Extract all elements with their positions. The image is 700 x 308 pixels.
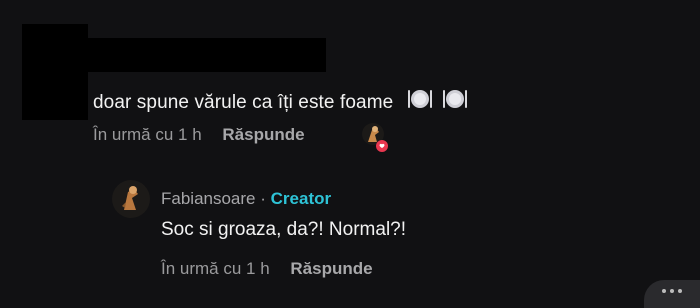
author-name[interactable]: Fabiansoare [161, 189, 256, 208]
creator-liked-avatar-icon[interactable] [360, 122, 390, 154]
plate-with-cutlery-icon [407, 90, 432, 108]
comment-text-line: doar spune vărule ca îți este foame [93, 88, 468, 114]
more-dots-icon [662, 289, 666, 293]
plate-with-cutlery-icon [443, 90, 468, 108]
reply-button[interactable]: Răspunde [222, 125, 304, 144]
separator: · [260, 189, 266, 208]
reply-text: Soc si groaza, da?! Normal?! [161, 219, 407, 240]
creator-badge: Creator [270, 189, 332, 208]
comment-timestamp: În urmă cu 1 h [93, 125, 202, 144]
avatar-image-icon [122, 186, 138, 210]
reply-timestamp: În urmă cu 1 h [161, 259, 270, 278]
redacted-avatar [22, 24, 88, 120]
redacted-username [88, 38, 326, 72]
comment-meta: În urmă cu 1 h Răspunde [93, 125, 305, 145]
reply-author-line: Fabiansoare · Creator [161, 189, 331, 209]
more-options-button[interactable] [644, 280, 700, 308]
reply-meta: În urmă cu 1 h Răspunde [161, 259, 373, 279]
avatar[interactable] [112, 180, 150, 218]
reply-to-reply-button[interactable]: Răspunde [290, 259, 372, 278]
comment-text: doar spune vărule ca îți este foame [93, 92, 394, 113]
